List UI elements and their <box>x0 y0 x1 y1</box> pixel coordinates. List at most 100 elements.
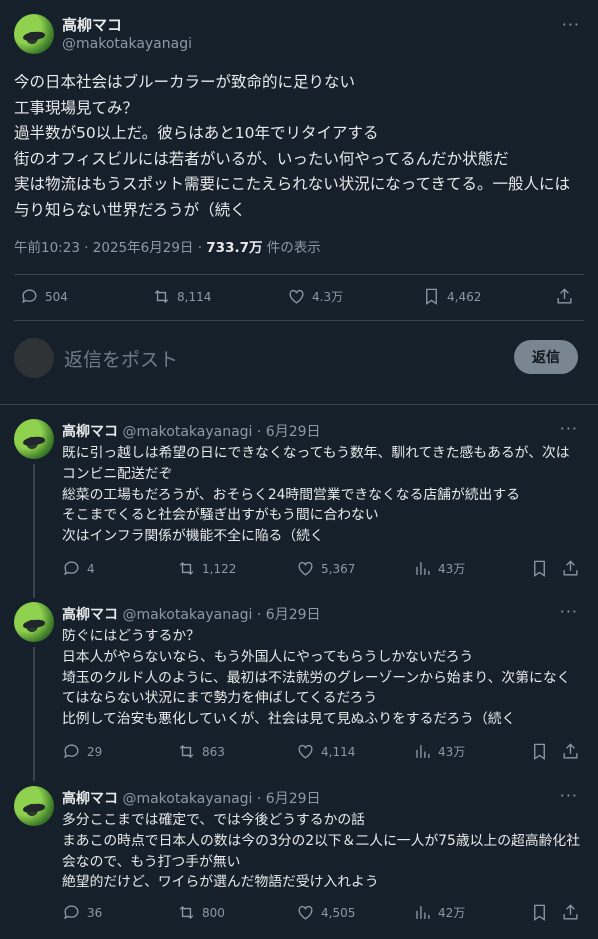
bookmark-icon <box>534 904 545 921</box>
reply-icon <box>64 744 79 759</box>
more-options-icon[interactable]: ··· <box>560 419 578 438</box>
analytics-icon <box>416 562 430 575</box>
reply-count: 504 <box>45 289 68 304</box>
like-count: 4,505 <box>321 905 356 920</box>
view-count: 43万 <box>438 745 466 759</box>
share-icon <box>563 904 578 920</box>
more-options-icon[interactable]: ··· <box>560 602 578 621</box>
tweet-text: 防ぐにはどうするか？ 日本人がやらないなら、もう外国人にやってもらうしかないだろ… <box>62 628 571 728</box>
tweet-meta: 午前10:23 · 2025年6月29日 · 733.7万 件の表示 <box>14 236 321 256</box>
reply-submit-button[interactable]: 返信 <box>514 340 578 374</box>
reply-button[interactable]: 36 <box>62 903 102 922</box>
like-button[interactable]: 4,114 <box>296 742 355 761</box>
reply-icon <box>64 905 79 920</box>
heart-icon <box>298 905 313 920</box>
author-handle[interactable]: @makotakayanagi <box>62 36 192 52</box>
bookmark-icon <box>426 288 437 305</box>
retweet-icon <box>179 906 194 919</box>
divider <box>14 320 584 321</box>
reply-button[interactable]: 29 <box>62 742 102 761</box>
retweet-icon <box>154 290 169 303</box>
reply-button[interactable]: 4 <box>62 559 95 578</box>
views-button[interactable]: 43万 <box>413 559 465 578</box>
reply-icon <box>64 561 79 576</box>
retweet-count: 863 <box>202 744 225 759</box>
share-button[interactable] <box>561 903 580 922</box>
author-meta[interactable]: @makotakayanagi · 6月29日 <box>122 424 320 440</box>
author-name[interactable]: 高柳マコ <box>62 424 118 440</box>
tweet-text: 多分ここまでは確定で、では今後どうするかの話 まあこの時点で日本人の数は今の3分… <box>62 812 581 891</box>
reply-composer: 返信をポスト 返信 <box>14 336 584 380</box>
divider <box>14 274 584 275</box>
share-icon <box>563 560 578 576</box>
analytics-icon <box>416 745 430 758</box>
retweet-button[interactable]: 1,122 <box>177 559 236 578</box>
view-count: 43万 <box>438 562 466 576</box>
reply-count: 29 <box>87 744 103 759</box>
bookmark-icon <box>534 743 545 760</box>
share-button[interactable] <box>561 559 580 578</box>
share-button[interactable] <box>561 742 580 761</box>
retweet-icon <box>179 562 194 575</box>
author-meta[interactable]: @makotakayanagi · 6月29日 <box>122 791 320 807</box>
more-options-icon[interactable]: ··· <box>560 786 578 805</box>
more-options-icon[interactable]: ··· <box>562 15 580 34</box>
analytics-icon <box>416 906 430 919</box>
share-button[interactable] <box>555 287 574 306</box>
retweet-button[interactable]: 8,114 <box>152 287 211 306</box>
bookmark-button[interactable]: 4,462 <box>422 287 481 306</box>
like-button[interactable]: 5,367 <box>296 559 355 578</box>
retweet-button[interactable]: 863 <box>177 742 225 761</box>
share-icon <box>557 288 572 304</box>
reply-tweet[interactable]: 高柳マコ @makotakayanagi · 6月29日 ··· 防ぐにはどうす… <box>0 602 598 772</box>
avatar-bird <box>22 802 46 814</box>
reply-tweet[interactable]: 高柳マコ @makotakayanagi · 6月29日 ··· 既に引っ越しは… <box>0 419 598 589</box>
retweet-count: 1,122 <box>202 561 237 576</box>
reply-icon <box>22 289 37 304</box>
retweet-count: 8,114 <box>177 289 212 304</box>
retweet-button[interactable]: 800 <box>177 903 225 922</box>
reply-tweet[interactable]: 高柳マコ @makotakayanagi · 6月29日 ··· 多分ここまでは… <box>0 786 598 936</box>
avatar[interactable] <box>14 602 54 642</box>
reply-action-bar: 29 863 4,114 43万 <box>0 742 598 766</box>
view-count: 42万 <box>438 906 466 920</box>
views-count: 733.7万 <box>206 240 263 256</box>
reply-action-bar: 4 1,122 5,367 43万 <box>0 559 598 583</box>
reply-button[interactable]: 504 <box>20 287 68 306</box>
author-name[interactable]: 高柳マコ <box>62 14 122 35</box>
reply-action-bar: 36 800 4,505 42万 <box>0 903 598 927</box>
reply-header: 高柳マコ @makotakayanagi · 6月29日 <box>62 788 321 808</box>
avatar[interactable] <box>14 786 54 826</box>
bookmark-button[interactable] <box>530 559 549 578</box>
author-name[interactable]: 高柳マコ <box>62 791 118 807</box>
retweet-count: 800 <box>202 905 225 920</box>
like-button[interactable]: 4,505 <box>296 903 355 922</box>
timestamp[interactable]: 午前10:23 · 2025年6月29日 · <box>14 240 206 256</box>
tweet-text: 今の日本社会はブルーカラーが致命的に足りない 工事現場見てみ？ 過半数が50以上… <box>14 73 570 219</box>
like-count: 4,114 <box>321 744 356 759</box>
reply-header: 高柳マコ @makotakayanagi · 6月29日 <box>62 421 321 441</box>
avatar-bird <box>22 435 46 447</box>
avatar-bird <box>22 618 46 630</box>
reply-count: 4 <box>87 561 95 576</box>
views-button[interactable]: 42万 <box>413 903 465 922</box>
reply-count: 36 <box>87 905 103 920</box>
avatar[interactable] <box>14 419 54 459</box>
retweet-icon <box>179 745 194 758</box>
avatar-bird <box>22 30 46 42</box>
divider <box>0 404 598 405</box>
reply-header: 高柳マコ @makotakayanagi · 6月29日 <box>62 604 321 624</box>
bookmark-button[interactable] <box>530 742 549 761</box>
main-tweet-header: 高柳マコ @makotakayanagi ··· <box>14 14 584 56</box>
avatar[interactable] <box>14 14 54 54</box>
like-button[interactable]: 4.3万 <box>287 287 343 306</box>
author-name[interactable]: 高柳マコ <box>62 607 118 623</box>
main-action-bar: 504 8,114 4.3万 4,462 <box>0 287 598 311</box>
bookmark-count: 4,462 <box>447 289 482 304</box>
views-button[interactable]: 43万 <box>413 742 465 761</box>
bookmark-button[interactable] <box>530 903 549 922</box>
author-meta[interactable]: @makotakayanagi · 6月29日 <box>122 607 320 623</box>
user-avatar <box>14 338 54 378</box>
heart-icon <box>298 744 313 759</box>
reply-input[interactable]: 返信をポスト <box>64 345 178 372</box>
